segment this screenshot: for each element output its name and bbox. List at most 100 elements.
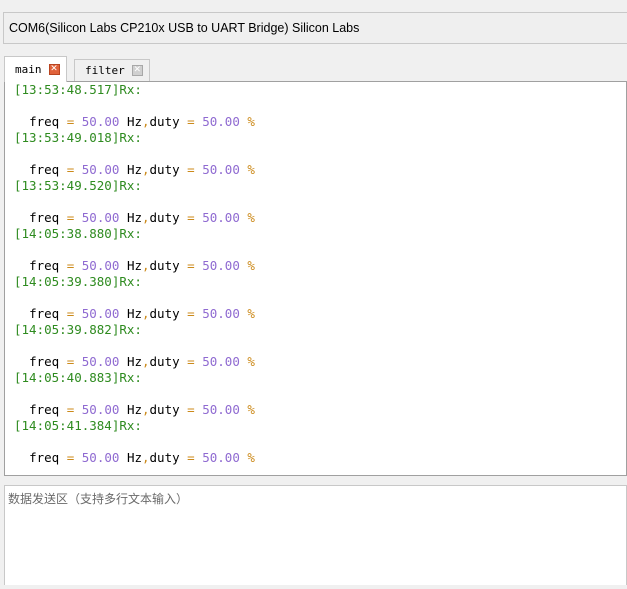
duty-unit: % [247, 306, 255, 321]
duty-key: duty [149, 402, 180, 417]
log-timestamp: [14:05:39.380] [14, 274, 120, 289]
equals-sign: = [66, 402, 75, 417]
log-blank-line [14, 98, 626, 114]
freq-value: 50.00 [81, 114, 120, 129]
log-value-line: freq = 50.00 Hz,duty = 50.00 % [14, 450, 626, 466]
duty-value: 50.00 [202, 354, 240, 369]
log-header-line: [14:05:38.880]Rx: [14, 226, 626, 242]
equals-sign: = [187, 354, 195, 369]
freq-unit: Hz [126, 306, 142, 321]
send-area [4, 485, 627, 585]
log-timestamp: [14:05:41.384] [14, 418, 120, 433]
equals-sign: = [187, 162, 195, 177]
log-timestamp: [13:53:49.018] [14, 130, 120, 145]
duty-value: 50.00 [202, 210, 240, 225]
duty-value: 50.00 [202, 450, 240, 465]
comma: , [142, 450, 150, 465]
duty-value: 50.00 [202, 162, 240, 177]
freq-key: freq [29, 258, 60, 273]
log-blank-line [14, 434, 626, 450]
freq-value: 50.00 [81, 306, 120, 321]
log-header-line: [13:53:49.018]Rx: [14, 130, 626, 146]
comma: , [142, 114, 150, 129]
duty-key: duty [149, 450, 180, 465]
port-selector[interactable]: COM6(Silicon Labs CP210x USB to UART Bri… [3, 12, 627, 44]
duty-key: duty [149, 258, 180, 273]
log-value-line: freq = 50.00 Hz,duty = 50.00 % [14, 402, 626, 418]
duty-key: duty [149, 114, 180, 129]
duty-unit: % [247, 210, 255, 225]
comma: , [142, 210, 150, 225]
log-header-line: [14:05:41.384]Rx: [14, 418, 626, 434]
duty-unit: % [247, 354, 255, 369]
freq-unit: Hz [126, 354, 142, 369]
log-value-line: freq = 50.00 Hz,duty = 50.00 % [14, 306, 626, 322]
freq-key: freq [29, 162, 60, 177]
freq-unit: Hz [126, 114, 142, 129]
log-blank-line [14, 194, 626, 210]
log-container: [13:53:48.517]Rx: freq = 50.00 Hz,duty =… [5, 82, 626, 466]
duty-unit: % [247, 402, 255, 417]
duty-key: duty [149, 162, 180, 177]
log-header-line: [13:53:48.517]Rx: [14, 82, 626, 98]
log-header-line: [14:05:39.882]Rx: [14, 322, 626, 338]
log-timestamp: [14:05:40.883] [14, 370, 120, 385]
log-timestamp: [13:53:49.520] [14, 178, 120, 193]
log-header-line: [14:05:39.380]Rx: [14, 274, 626, 290]
duty-value: 50.00 [202, 402, 240, 417]
duty-key: duty [149, 306, 180, 321]
receive-log[interactable]: [13:53:48.517]Rx: freq = 50.00 Hz,duty =… [4, 81, 627, 476]
log-header-line: [14:05:40.883]Rx: [14, 370, 626, 386]
log-direction: Rx: [119, 226, 142, 241]
equals-sign: = [66, 162, 75, 177]
equals-sign: = [66, 258, 75, 273]
equals-sign: = [66, 450, 75, 465]
log-blank-line [14, 242, 626, 258]
log-blank-line [14, 386, 626, 402]
log-timestamp: [13:53:48.517] [14, 82, 120, 97]
freq-value: 50.00 [81, 162, 120, 177]
equals-sign: = [66, 210, 75, 225]
log-direction: Rx: [119, 370, 142, 385]
duty-unit: % [247, 450, 255, 465]
comma: , [142, 402, 150, 417]
tab-main[interactable]: main ✕ [4, 56, 67, 82]
freq-key: freq [29, 306, 60, 321]
freq-key: freq [29, 354, 60, 369]
tab-filter[interactable]: filter ✕ [74, 59, 150, 81]
comma: , [142, 354, 150, 369]
duty-value: 50.00 [202, 258, 240, 273]
log-value-line: freq = 50.00 Hz,duty = 50.00 % [14, 258, 626, 274]
freq-key: freq [29, 114, 60, 129]
freq-value: 50.00 [81, 402, 120, 417]
duty-key: duty [149, 354, 180, 369]
freq-unit: Hz [126, 258, 142, 273]
log-header-line: [13:53:49.520]Rx: [14, 178, 626, 194]
freq-unit: Hz [126, 162, 142, 177]
duty-unit: % [247, 258, 255, 273]
log-direction: Rx: [119, 178, 142, 193]
freq-value: 50.00 [81, 354, 120, 369]
freq-key: freq [29, 210, 60, 225]
close-icon[interactable]: ✕ [131, 65, 143, 76]
log-value-line: freq = 50.00 Hz,duty = 50.00 % [14, 162, 626, 178]
log-direction: Rx: [119, 274, 142, 289]
port-label: COM6(Silicon Labs CP210x USB to UART Bri… [9, 21, 360, 35]
log-timestamp: [14:05:39.882] [14, 322, 120, 337]
freq-value: 50.00 [81, 450, 120, 465]
equals-sign: = [187, 210, 195, 225]
freq-key: freq [29, 450, 60, 465]
equals-sign: = [187, 306, 195, 321]
tab-filter-label: filter [85, 64, 125, 77]
close-icon[interactable]: ✕ [48, 64, 60, 75]
send-input[interactable] [5, 486, 626, 585]
log-timestamp: [14:05:38.880] [14, 226, 120, 241]
equals-sign: = [187, 450, 195, 465]
freq-value: 50.00 [81, 258, 120, 273]
tab-main-label: main [15, 63, 42, 76]
duty-value: 50.00 [202, 306, 240, 321]
log-value-line: freq = 50.00 Hz,duty = 50.00 % [14, 354, 626, 370]
duty-key: duty [149, 210, 180, 225]
log-value-line: freq = 50.00 Hz,duty = 50.00 % [14, 210, 626, 226]
equals-sign: = [187, 402, 195, 417]
